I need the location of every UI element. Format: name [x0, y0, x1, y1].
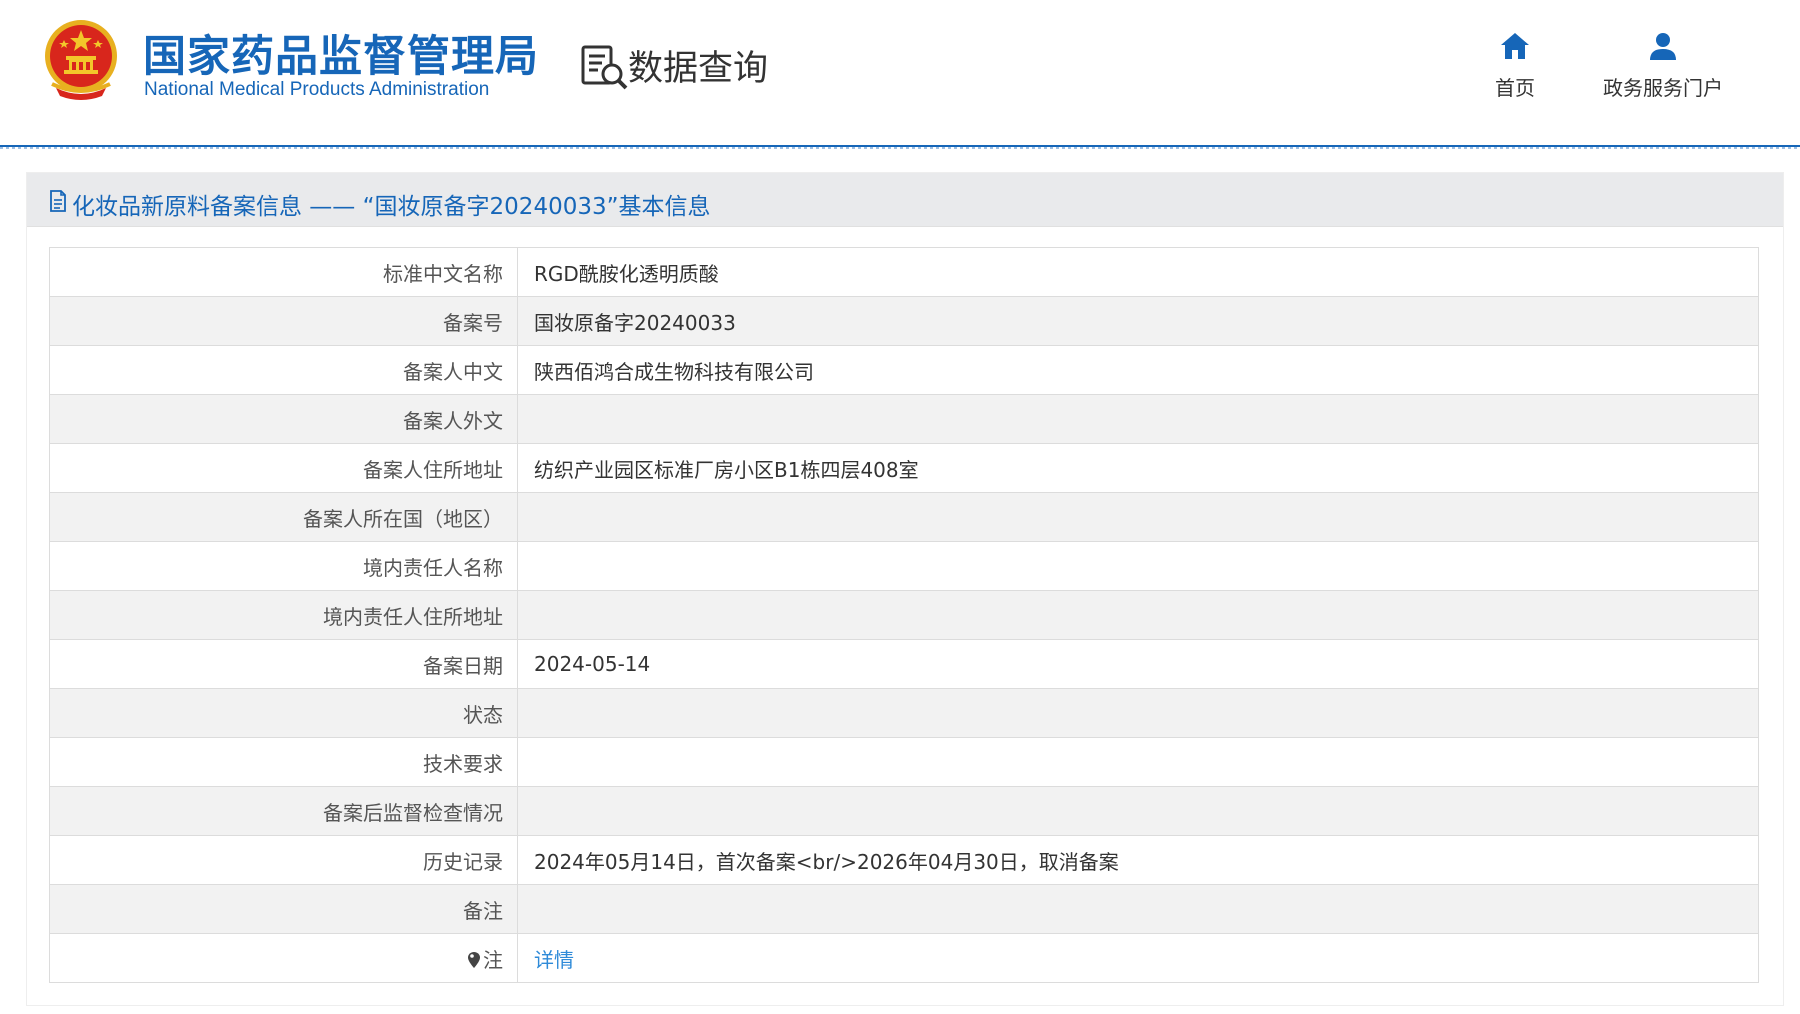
table-row: 备案后监督检查情况: [49, 786, 1759, 836]
row-label: 备案日期: [49, 639, 518, 689]
panel-title: 化妆品新原料备案信息 —— “国妆原备字20240033”基本信息: [72, 194, 711, 220]
row-label: 状态: [49, 688, 518, 738]
table-row: 历史记录 2024年05月14日，首次备案<br/>2026年04月30日，取消…: [49, 835, 1759, 885]
row-label: 标准中文名称: [49, 247, 518, 297]
table-row: 境内责任人名称: [49, 541, 1759, 591]
row-value: 国妆原备字20240033: [517, 296, 1759, 346]
header-divider: [0, 145, 1800, 149]
table-row: 备案日期 2024-05-14: [49, 639, 1759, 689]
table-row: 备案人外文: [49, 394, 1759, 444]
table-row: 状态: [49, 688, 1759, 738]
table-row: 标准中文名称 RGD酰胺化透明质酸: [49, 247, 1759, 297]
row-label: 备案后监督检查情况: [49, 786, 518, 836]
info-table: 标准中文名称 RGD酰胺化透明质酸 备案号 国妆原备字20240033 备案人中…: [49, 247, 1759, 983]
nav-service-portal-label: 政务服务门户: [1603, 76, 1723, 100]
table-row: 备注: [49, 884, 1759, 934]
row-label: 历史记录: [49, 835, 518, 885]
row-value: [517, 884, 1759, 934]
section-title: 数据查询: [628, 49, 769, 89]
table-row: 备案人中文 陕西佰鸿合成生物科技有限公司: [49, 345, 1759, 395]
row-label: 技术要求: [49, 737, 518, 787]
row-label: 备案号: [49, 296, 518, 346]
site-header: 国家药品监督管理局 National Medical Products Admi…: [0, 0, 1800, 149]
info-panel: 化妆品新原料备案信息 —— “国妆原备字20240033”基本信息 标准中文名称…: [26, 172, 1784, 1006]
note-label: 注: [483, 947, 503, 972]
row-value: [517, 688, 1759, 738]
row-value: [517, 492, 1759, 542]
row-label: 备案人住所地址: [49, 443, 518, 493]
row-label: 备案人外文: [49, 394, 518, 444]
row-value: [517, 737, 1759, 787]
note-value-cell: 详情: [517, 933, 1759, 983]
user-icon: [1650, 33, 1676, 60]
row-label: 备注: [49, 884, 518, 934]
row-label: 备案人所在国（地区）: [49, 492, 518, 542]
table-row: 备案号 国妆原备字20240033: [49, 296, 1759, 346]
row-value: [517, 786, 1759, 836]
agency-name-en: National Medical Products Administration: [144, 79, 490, 100]
row-label: 备案人中文: [49, 345, 518, 395]
table-row: 备案人住所地址 纺织产业园区标准厂房小区B1栋四层408室: [49, 443, 1759, 493]
row-value: 陕西佰鸿合成生物科技有限公司: [517, 345, 1759, 395]
detail-link[interactable]: 详情: [534, 948, 574, 972]
table-row-note: 注 详情: [49, 933, 1759, 983]
data-query-icon: [581, 45, 628, 90]
row-label: 境内责任人住所地址: [49, 590, 518, 640]
table-row: 技术要求: [49, 737, 1759, 787]
row-label: 境内责任人名称: [49, 541, 518, 591]
row-value: [517, 590, 1759, 640]
pin-icon: [468, 951, 480, 968]
home-icon: [1501, 33, 1529, 59]
agency-name-cn: 国家药品监督管理局: [143, 32, 539, 82]
document-icon: [50, 190, 66, 212]
nav-service-portal[interactable]: 政务服务门户: [1592, 30, 1734, 101]
panel-title-bar: 化妆品新原料备案信息 —— “国妆原备字20240033”基本信息: [27, 173, 1783, 227]
nav-home[interactable]: 首页: [1490, 30, 1540, 101]
nav-home-label: 首页: [1495, 76, 1535, 100]
row-value: 纺织产业园区标准厂房小区B1栋四层408室: [517, 443, 1759, 493]
row-value: [517, 541, 1759, 591]
table-row: 备案人所在国（地区）: [49, 492, 1759, 542]
note-label-cell: 注: [49, 933, 518, 983]
row-value: 2024-05-14: [517, 639, 1759, 689]
row-value: RGD酰胺化透明质酸: [517, 247, 1759, 297]
row-value: 2024年05月14日，首次备案<br/>2026年04月30日，取消备案: [517, 835, 1759, 885]
row-value: [517, 394, 1759, 444]
national-emblem-icon: [45, 20, 117, 100]
table-row: 境内责任人住所地址: [49, 590, 1759, 640]
